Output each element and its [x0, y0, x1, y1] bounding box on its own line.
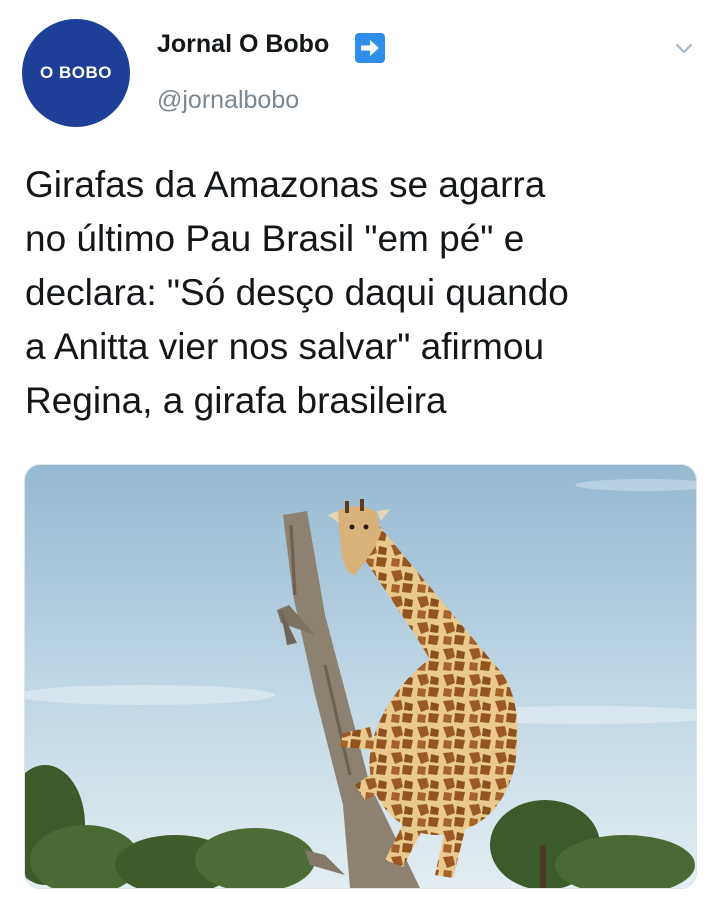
right-arrow-emoji-icon — [355, 33, 385, 63]
tweet-text: Girafas da Amazonas se agarra no último … — [25, 164, 569, 421]
tweet-card: O BOBO Jornal O Bobo @jornalbobo Girafas… — [0, 0, 720, 914]
author-handle[interactable]: @jornalbobo — [157, 86, 299, 115]
chevron-down-icon[interactable] — [672, 36, 696, 60]
avatar[interactable]: O BOBO — [22, 19, 130, 127]
tweet-photo[interactable] — [24, 464, 697, 889]
avatar-label: O BOBO — [40, 63, 112, 82]
author-display-name[interactable]: Jornal O Bobo — [157, 30, 329, 59]
